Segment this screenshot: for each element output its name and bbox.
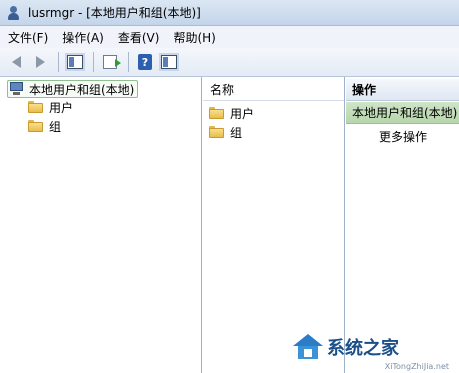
actions-section-title[interactable]: 本地用户和组(本地) xyxy=(346,102,459,124)
tree-root-label: 本地用户和组(本地) xyxy=(29,82,135,97)
menu-bar: 文件(F) 操作(A) 查看(V) 帮助(H) xyxy=(0,26,459,48)
watermark-logo: 系统之家 xyxy=(293,331,453,363)
folder-icon xyxy=(28,101,43,113)
watermark-text: 系统之家 xyxy=(327,338,399,359)
results-list-pane: 名称 用户 组 xyxy=(203,77,345,373)
more-actions-link[interactable]: 更多操作 xyxy=(379,127,427,145)
list-item-label: 用户 xyxy=(230,106,255,121)
tree-node-label: 组 xyxy=(49,119,62,134)
actions-pane: 操作 本地用户和组(本地) 更多操作 xyxy=(346,77,459,373)
tree-node-users[interactable]: 用户 xyxy=(28,98,73,116)
show-hide-action-pane-icon xyxy=(161,55,177,69)
show-hide-tree-button[interactable] xyxy=(64,51,86,73)
menu-action[interactable]: 操作(A) xyxy=(62,29,104,46)
folder-icon xyxy=(209,126,224,138)
menu-file[interactable]: 文件(F) xyxy=(8,29,48,46)
tree-node-groups[interactable]: 组 xyxy=(28,117,61,135)
export-list-button[interactable] xyxy=(99,51,121,73)
list-item-users[interactable]: 用户 xyxy=(209,104,254,122)
folder-icon xyxy=(209,107,224,119)
back-button[interactable] xyxy=(5,51,27,73)
console-tree-pane: 本地用户和组(本地) 用户 组 xyxy=(0,77,202,373)
menu-view[interactable]: 查看(V) xyxy=(118,29,160,46)
forward-arrow-icon xyxy=(35,56,45,68)
help-button[interactable]: ? xyxy=(134,51,156,73)
show-hide-action-pane-button[interactable] xyxy=(158,51,180,73)
column-header-name[interactable]: 名称 xyxy=(203,79,344,101)
list-item-groups[interactable]: 组 xyxy=(209,123,242,141)
toolbar-separator xyxy=(128,52,129,72)
forward-button[interactable] xyxy=(29,51,51,73)
tree-root-node[interactable]: 本地用户和组(本地) xyxy=(7,80,139,98)
export-list-icon xyxy=(103,55,121,69)
computer-icon xyxy=(9,82,25,96)
tree-node-label: 用户 xyxy=(49,100,74,115)
toolbar-separator xyxy=(93,52,94,72)
toolbar: ? xyxy=(0,48,459,77)
help-icon: ? xyxy=(138,54,152,70)
back-arrow-icon xyxy=(11,56,21,68)
menu-help[interactable]: 帮助(H) xyxy=(173,29,215,46)
list-item-label: 组 xyxy=(230,125,243,140)
toolbar-separator xyxy=(58,52,59,72)
title-bar: lusrmgr - [本地用户和组(本地)] xyxy=(0,0,459,26)
window-title: lusrmgr - [本地用户和组(本地)] xyxy=(28,6,201,20)
house-logo-icon xyxy=(293,334,323,360)
users-app-icon xyxy=(6,5,22,21)
show-hide-tree-icon xyxy=(67,55,83,69)
folder-icon xyxy=(28,120,43,132)
actions-header: 操作 xyxy=(346,79,459,101)
watermark-url: XiTongZhiJia.net xyxy=(384,362,449,371)
